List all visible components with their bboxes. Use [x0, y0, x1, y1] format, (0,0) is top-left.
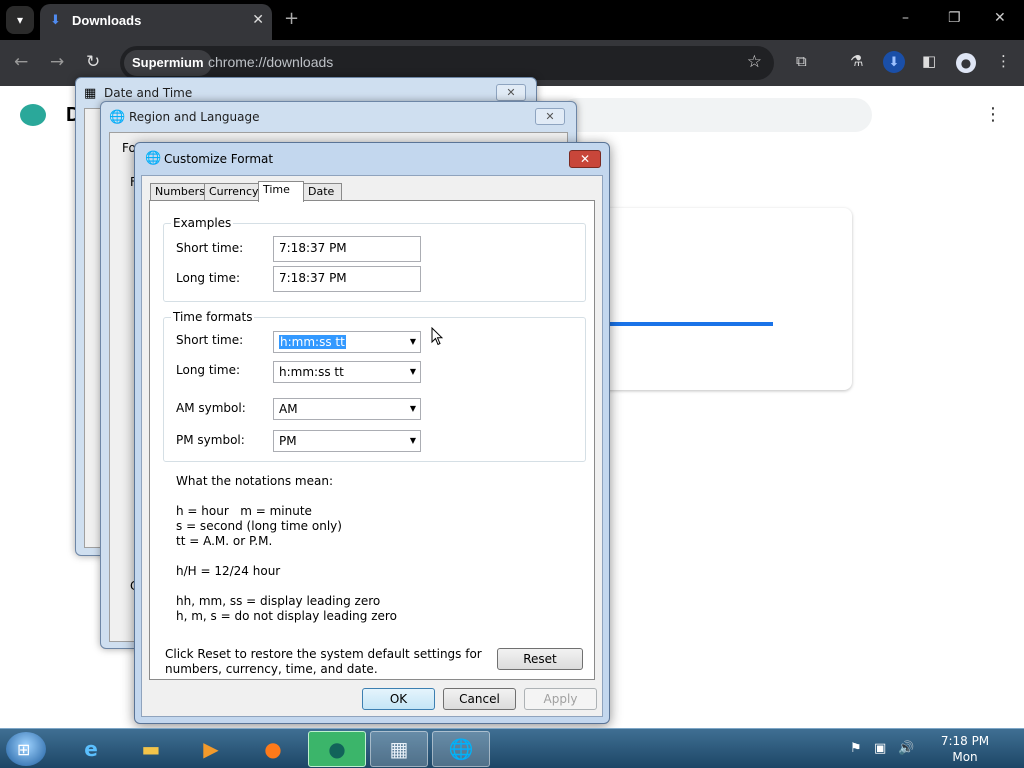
sidebar-icon[interactable]: ◧ — [922, 52, 936, 70]
long-time-example-label: Long time: — [176, 271, 241, 285]
download-icon: ⬇ — [50, 13, 61, 28]
dropdown-arrow-icon[interactable]: ▼ — [410, 431, 416, 451]
short-time-combo[interactable]: h:mm:ss tt ▼ — [273, 331, 421, 353]
back-icon[interactable]: ← — [14, 52, 28, 72]
reset-button[interactable]: Reset — [497, 648, 583, 670]
pm-symbol-label: PM symbol: — [176, 433, 245, 447]
tab-currency[interactable]: Currency — [204, 183, 259, 201]
start-button[interactable]: ⊞ — [6, 732, 46, 766]
tab-title: Downloads — [72, 13, 142, 28]
taskbar: ⊞ e ▬ ▶ ● ● ▦ 🌐 ⚑ ▣ 🔊 7:18 PM Mon 10/14/… — [0, 728, 1024, 768]
region-language-taskbar-icon[interactable]: 🌐 — [432, 731, 490, 767]
notation-ampm: tt = A.M. or P.M. — [176, 534, 273, 548]
am-symbol-value[interactable]: AM — [279, 402, 298, 416]
long-time-example-field: 7:18:37 PM — [273, 266, 421, 292]
examples-group: Examples Short time: 7:18:37 PM Long tim… — [163, 216, 586, 302]
close-tab-icon[interactable]: ✕ — [252, 12, 264, 28]
close-button[interactable]: ✕ — [535, 108, 565, 125]
extensions-icon[interactable]: ⧉ — [796, 52, 807, 70]
action-center-flag-icon[interactable]: ⚑ — [850, 741, 862, 756]
dialog-body: Numbers Currency Time Date Examples Shor… — [141, 175, 603, 717]
time-formats-group: Time formats Short time: h:mm:ss tt ▼ Lo… — [163, 310, 586, 462]
menu-icon[interactable]: ⋮ — [996, 52, 1011, 70]
tab-date[interactable]: Date — [303, 183, 342, 201]
short-time-example-label: Short time: — [176, 241, 244, 255]
dropdown-arrow-icon[interactable]: ▼ — [410, 362, 416, 382]
notations-heading: What the notations mean: — [176, 474, 333, 488]
notation-no-leading-zero: h, m, s = do not display leading zero — [176, 609, 397, 623]
restore-button[interactable]: ❐ — [948, 10, 961, 26]
globe-icon: 🌐 — [145, 151, 162, 166]
windows-logo-icon: ⊞ — [17, 740, 31, 759]
pm-symbol-combo[interactable]: PM ▼ — [273, 430, 421, 452]
time-tab-panel: Examples Short time: 7:18:37 PM Long tim… — [149, 200, 595, 680]
notation-leading-zero: hh, mm, ss = display leading zero — [176, 594, 381, 608]
notation-hour-minute: h = hour m = minute — [176, 504, 312, 518]
close-button[interactable]: ✕ — [569, 150, 601, 168]
reset-description-1: Click Reset to restore the system defaul… — [165, 647, 482, 661]
time-formats-heading: Time formats — [171, 310, 255, 324]
file-explorer-icon[interactable]: ▬ — [122, 731, 180, 767]
site-chip[interactable]: Supermium — [124, 50, 212, 76]
close-button[interactable]: ✕ — [496, 84, 526, 101]
volume-icon[interactable]: 🔊 — [898, 741, 914, 756]
url-text[interactable]: chrome://downloads — [208, 54, 333, 70]
search-downloads-field[interactable] — [560, 98, 872, 132]
supermium-logo — [20, 104, 46, 126]
cancel-button[interactable]: Cancel — [443, 688, 516, 710]
am-symbol-label: AM symbol: — [176, 401, 246, 415]
system-clock[interactable]: 7:18 PM Mon 10/14/2024 — [922, 733, 1008, 768]
profile-icon[interactable]: ● — [956, 53, 976, 73]
globe-icon: 🌐 — [109, 110, 126, 125]
date-time-taskbar-icon[interactable]: ▦ — [370, 731, 428, 767]
tab-downloads[interactable]: ⬇ Downloads ✕ — [40, 4, 272, 40]
reload-icon[interactable]: ↻ — [86, 52, 100, 72]
more-actions-icon[interactable]: ⋮ — [984, 104, 1002, 125]
short-time-value[interactable]: h:mm:ss tt — [279, 335, 346, 349]
window-title: Region and Language — [129, 110, 260, 124]
am-symbol-combo[interactable]: AM ▼ — [273, 398, 421, 420]
firefox-icon[interactable]: ● — [244, 731, 302, 767]
tab-numbers[interactable]: Numbers — [150, 183, 205, 201]
long-time-combo[interactable]: h:mm:ss tt ▼ — [273, 361, 421, 383]
star-icon[interactable]: ☆ — [747, 52, 762, 72]
dropdown-arrow-icon[interactable]: ▼ — [410, 399, 416, 419]
apply-button[interactable]: Apply — [524, 688, 597, 710]
new-tab-button[interactable]: + — [284, 8, 299, 29]
reset-description-2: numbers, currency, time, and date. — [165, 662, 378, 676]
tab-search-button[interactable]: ▾ — [6, 6, 34, 34]
download-progress-bar — [610, 322, 773, 326]
media-player-icon[interactable]: ▶ — [182, 731, 240, 767]
address-bar[interactable]: Supermium chrome://downloads ☆ — [120, 46, 774, 80]
calendar-icon: ▦ — [84, 86, 97, 101]
notation-12-24: h/H = 12/24 hour — [176, 564, 281, 578]
pm-symbol-value[interactable]: PM — [279, 434, 297, 448]
downloads-icon[interactable]: ⬇ — [883, 51, 905, 73]
window-title: Date and Time — [104, 86, 193, 100]
chevron-down-icon: ▾ — [16, 13, 24, 27]
clock-date: Mon 10/14/2024 — [930, 750, 999, 768]
short-time-example-field: 7:18:37 PM — [273, 236, 421, 262]
notation-second: s = second (long time only) — [176, 519, 342, 533]
dialog-title: Customize Format — [164, 152, 274, 166]
clock-time: 7:18 PM — [940, 734, 990, 748]
mouse-cursor-icon — [431, 327, 443, 346]
internet-explorer-icon[interactable]: e — [62, 731, 120, 767]
minimize-button[interactable]: – — [902, 10, 909, 26]
long-time-value[interactable]: h:mm:ss tt — [279, 365, 344, 379]
tab-time[interactable]: Time — [258, 181, 304, 202]
examples-heading: Examples — [171, 216, 234, 230]
dropdown-arrow-icon[interactable]: ▼ — [410, 332, 416, 352]
ok-button[interactable]: OK — [362, 688, 435, 710]
labs-icon[interactable]: ⚗ — [850, 52, 863, 70]
long-time-label: Long time: — [176, 363, 241, 377]
short-time-label: Short time: — [176, 333, 244, 347]
network-icon[interactable]: ▣ — [874, 741, 886, 756]
forward-icon[interactable]: → — [50, 52, 64, 72]
close-window-button[interactable]: ✕ — [994, 10, 1006, 26]
supermium-taskbar-icon[interactable]: ● — [308, 731, 366, 767]
customize-format-dialog: 🌐 Customize Format ✕ Numbers Currency Ti… — [134, 142, 610, 724]
tab-strip: ▾ ⬇ Downloads ✕ + – ❐ ✕ — [0, 0, 1024, 40]
download-card — [580, 208, 852, 390]
